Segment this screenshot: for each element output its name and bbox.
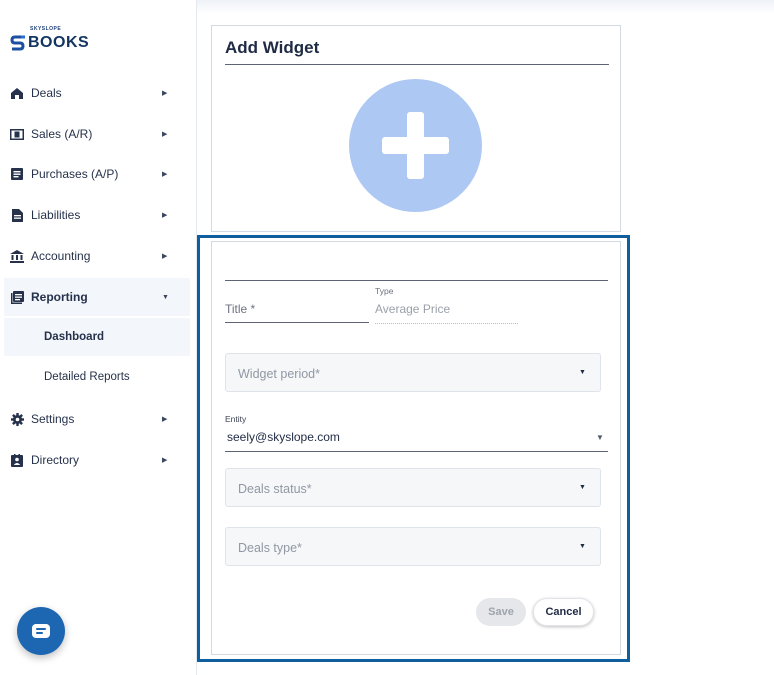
chevron-down-icon: ▼ xyxy=(162,293,169,301)
header-shadow xyxy=(197,0,774,14)
chat-support-button[interactable] xyxy=(17,607,65,655)
deals-status-placeholder: Deals status* xyxy=(238,482,312,496)
chat-icon xyxy=(32,624,50,638)
sidebar-item-label: Deals xyxy=(31,86,62,100)
report-icon xyxy=(10,290,24,304)
caret-down-icon: ▼ xyxy=(579,543,586,550)
brand-logo[interactable]: SKYSLOPE BOOKS xyxy=(9,26,90,52)
cancel-button[interactable]: Cancel xyxy=(533,598,594,626)
sidebar-item-deals[interactable]: Deals ▶ xyxy=(4,74,190,112)
sidebar-item-accounting[interactable]: Accounting ▶ xyxy=(4,237,190,275)
contact-book-icon xyxy=(10,453,24,467)
sidebar: SKYSLOPE BOOKS Deals ▶ Sales (A/R) ▶ Pur… xyxy=(0,0,197,675)
sidebar-subitem-label: Detailed Reports xyxy=(44,371,130,383)
title-divider xyxy=(225,64,609,65)
sidebar-item-liabilities[interactable]: Liabilities ▶ xyxy=(4,196,190,234)
deals-status-select[interactable]: Deals status* ▼ xyxy=(225,468,601,507)
sidebar-item-directory[interactable]: Directory ▶ xyxy=(4,441,190,479)
title-input[interactable] xyxy=(225,296,369,323)
widget-period-select[interactable]: Widget period* ▼ xyxy=(225,353,601,392)
sidebar-subitem-dashboard[interactable]: Dashboard xyxy=(4,318,190,356)
widget-period-placeholder: Widget period* xyxy=(238,367,320,381)
chevron-right-icon: ▶ xyxy=(162,131,168,138)
sidebar-item-sales[interactable]: Sales (A/R) ▶ xyxy=(4,115,190,153)
sidebar-item-label: Directory xyxy=(31,453,80,467)
entity-select[interactable]: seely@skyslope.com ▼ xyxy=(225,428,608,452)
sidebar-item-label: Sales (A/R) xyxy=(31,127,93,141)
sidebar-item-label: Purchases (A/P) xyxy=(31,167,119,181)
add-widget-button[interactable] xyxy=(349,79,482,212)
type-label: Type xyxy=(375,286,394,296)
deals-type-placeholder: Deals type* xyxy=(238,541,302,555)
skyslope-logo-icon xyxy=(10,35,25,51)
sidebar-subitem-label: Dashboard xyxy=(44,331,105,343)
chevron-right-icon: ▶ xyxy=(162,212,168,219)
bank-icon xyxy=(10,249,24,263)
sidebar-item-reporting[interactable]: Reporting ▼ xyxy=(4,278,190,316)
chevron-right-icon: ▶ xyxy=(162,90,168,97)
chevron-right-icon: ▶ xyxy=(162,253,168,260)
document-icon xyxy=(10,208,24,222)
sidebar-item-label: Reporting xyxy=(31,290,88,304)
chevron-right-icon: ▶ xyxy=(162,171,168,178)
sidebar-subitem-detailed-reports[interactable]: Detailed Reports xyxy=(4,358,190,396)
save-button[interactable]: Save xyxy=(476,598,526,626)
dollar-bill-icon xyxy=(10,127,24,141)
add-widget-card: Add Widget xyxy=(211,25,621,232)
brand-name: BOOKS xyxy=(28,34,90,51)
deals-type-select[interactable]: Deals type* ▼ xyxy=(225,527,601,566)
house-icon xyxy=(10,86,24,100)
sidebar-item-label: Accounting xyxy=(31,249,91,263)
chevron-right-icon: ▶ xyxy=(162,457,168,464)
form-top-divider xyxy=(225,280,608,281)
entity-value: seely@skyslope.com xyxy=(227,430,340,444)
sidebar-item-purchases[interactable]: Purchases (A/P) ▶ xyxy=(4,155,190,193)
receipt-icon xyxy=(10,167,24,181)
type-value: Average Price xyxy=(375,302,518,324)
chevron-right-icon: ▶ xyxy=(162,416,168,423)
sidebar-item-label: Settings xyxy=(31,412,75,426)
page-title: Add Widget xyxy=(225,38,320,57)
sidebar-item-label: Liabilities xyxy=(31,208,81,222)
caret-down-icon: ▼ xyxy=(596,433,604,442)
sidebar-item-settings[interactable]: Settings ▶ xyxy=(4,400,190,438)
plus-icon-vertical xyxy=(407,112,424,179)
title-field[interactable] xyxy=(225,296,369,324)
entity-label: Entity xyxy=(225,414,247,424)
caret-down-icon: ▼ xyxy=(579,369,586,376)
gear-icon xyxy=(10,412,24,426)
brand-small-text: SKYSLOPE xyxy=(30,26,62,32)
caret-down-icon: ▼ xyxy=(579,484,586,491)
